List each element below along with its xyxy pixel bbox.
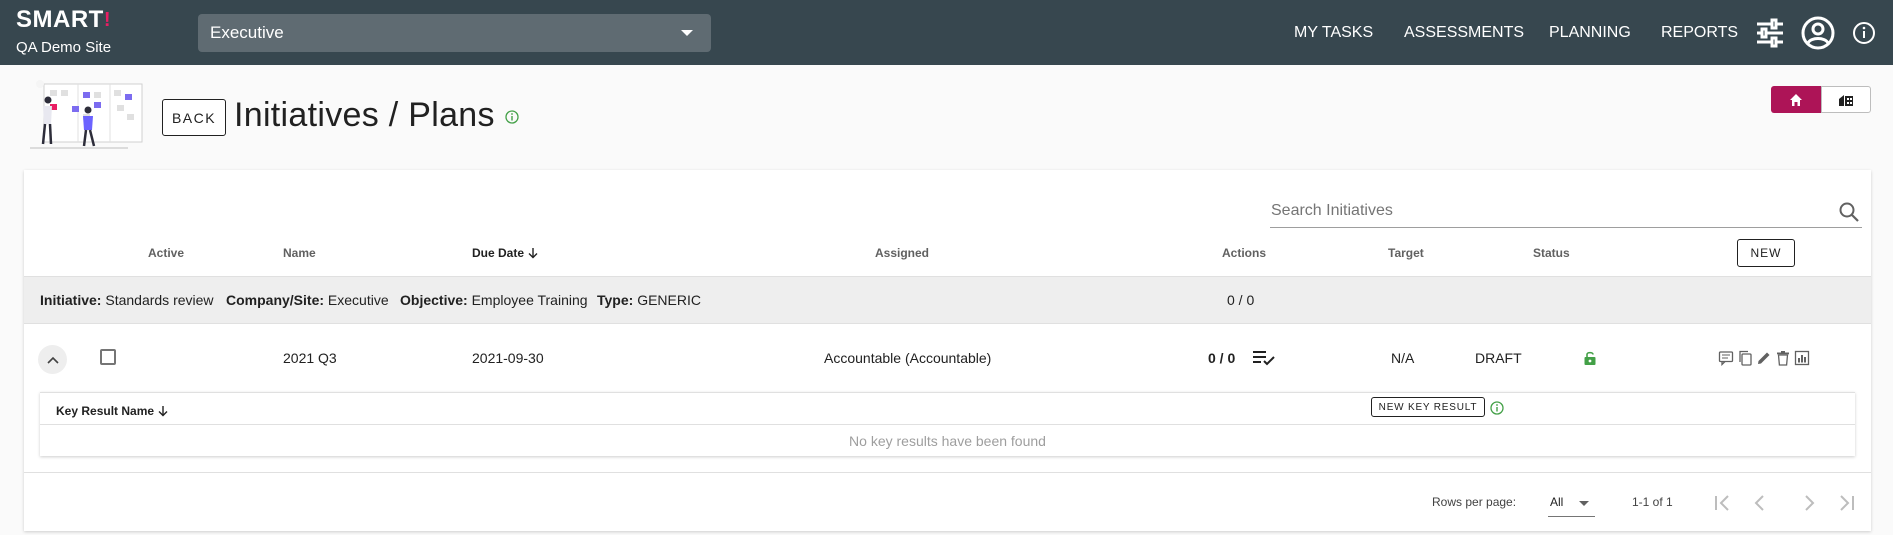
group-type-value: GENERIC xyxy=(637,292,701,308)
column-header-key-result-name-label: Key Result Name xyxy=(56,404,155,418)
row-actions-count: 0 / 0 xyxy=(1208,350,1236,366)
nav-my-tasks[interactable]: MY TASKS xyxy=(1294,24,1373,42)
unlock-icon[interactable] xyxy=(1583,350,1597,366)
rows-per-page-label: Rows per page: xyxy=(1432,495,1517,509)
brand-logo-mark: ! xyxy=(103,9,111,31)
new-initiative-button[interactable]: NEW xyxy=(1737,239,1795,267)
search-input[interactable]: Search Initiatives xyxy=(1271,202,1393,220)
home-button[interactable] xyxy=(1771,86,1821,113)
company-site-select[interactable]: Executive xyxy=(198,14,711,52)
site-name: QA Demo Site xyxy=(16,39,112,56)
brand-logo-text: SMART xyxy=(16,6,104,33)
key-result-info-icon[interactable] xyxy=(1490,401,1504,415)
next-page-icon[interactable] xyxy=(1797,491,1821,515)
empty-state-text: No key results have been found xyxy=(849,433,1046,449)
action-list-check-icon[interactable] xyxy=(1252,349,1276,367)
sort-arrow-down-icon xyxy=(528,248,538,259)
column-header-assigned: Assigned xyxy=(875,246,930,260)
site-view-button[interactable] xyxy=(1821,86,1871,113)
group-objective-label: Objective: xyxy=(400,292,468,308)
column-header-key-result-name[interactable]: Key Result Name xyxy=(56,404,169,418)
edit-pencil-icon[interactable] xyxy=(1756,350,1772,366)
brand-logo: SMART! xyxy=(16,8,111,32)
group-company-label: Company/Site: xyxy=(226,292,325,308)
collapse-row-button[interactable] xyxy=(38,345,67,374)
group-type: Type: GENERIC xyxy=(597,292,701,308)
group-company: Company/Site: Executive xyxy=(226,292,389,308)
report-chart-icon[interactable] xyxy=(1794,350,1810,366)
search-icon[interactable] xyxy=(1838,201,1860,223)
comment-icon[interactable] xyxy=(1718,350,1734,366)
nav-planning[interactable]: PLANNING xyxy=(1549,24,1631,42)
account-circle-icon[interactable] xyxy=(1801,16,1835,50)
active-checkbox[interactable] xyxy=(100,349,116,365)
column-header-due-date[interactable]: Due Date xyxy=(472,246,539,260)
footer-divider xyxy=(24,472,1871,473)
nav-assessments[interactable]: ASSESSMENTS xyxy=(1404,24,1524,42)
first-page-icon[interactable] xyxy=(1711,491,1735,515)
group-type-label: Type: xyxy=(597,292,634,308)
divider xyxy=(40,424,1855,425)
previous-page-icon[interactable] xyxy=(1748,491,1772,515)
top-app-bar: SMART! QA Demo Site Executive MY TASKS A… xyxy=(0,0,1893,65)
company-site-select-value: Executive xyxy=(210,23,284,42)
planning-illustration xyxy=(30,80,143,149)
row-target: N/A xyxy=(1391,350,1415,366)
new-key-result-button[interactable]: NEW KEY RESULT xyxy=(1371,397,1485,417)
group-objective-value: Employee Training xyxy=(471,292,588,308)
column-header-target: Target xyxy=(1388,246,1424,260)
rows-per-page-select[interactable]: All xyxy=(1548,489,1595,517)
back-button[interactable]: BACK xyxy=(162,99,226,136)
column-header-due-date-label: Due Date xyxy=(472,246,525,260)
group-initiative-label: Initiative: xyxy=(40,292,102,308)
copy-icon[interactable] xyxy=(1737,350,1753,366)
group-objective: Objective: Employee Training xyxy=(400,292,588,308)
building-icon xyxy=(1839,94,1853,106)
column-header-name[interactable]: Name xyxy=(283,246,316,260)
delete-icon[interactable] xyxy=(1775,350,1791,366)
row-due-date: 2021-09-30 xyxy=(472,350,544,366)
page-title: Initiatives / Plans xyxy=(234,96,495,134)
brand[interactable]: SMART! QA Demo Site xyxy=(16,8,112,57)
chevron-up-icon xyxy=(46,356,59,364)
group-actions-count: 0 / 0 xyxy=(1227,292,1255,308)
pagination-range: 1-1 of 1 xyxy=(1632,495,1673,509)
info-icon[interactable] xyxy=(1852,21,1876,45)
row-name: 2021 Q3 xyxy=(283,350,337,366)
title-info-icon[interactable] xyxy=(505,110,519,124)
rows-per-page-value: All xyxy=(1550,495,1564,509)
dropdown-caret-icon xyxy=(1579,501,1589,506)
sliders-icon[interactable] xyxy=(1753,16,1787,50)
row-assigned: Accountable (Accountable) xyxy=(824,350,992,366)
last-page-icon[interactable] xyxy=(1834,491,1858,515)
column-header-active: Active xyxy=(148,246,185,260)
row-status: DRAFT xyxy=(1475,350,1522,366)
initiative-group-row: Initiative: Standards review Company/Sit… xyxy=(24,276,1871,324)
key-results-table: Key Result Name NEW KEY RESULT No key re… xyxy=(40,392,1855,456)
dropdown-caret-icon xyxy=(681,30,693,36)
nav-reports[interactable]: REPORTS xyxy=(1661,24,1738,42)
home-icon xyxy=(1790,93,1802,106)
column-header-status: Status xyxy=(1533,246,1570,260)
group-initiative-value: Standards review xyxy=(105,292,214,308)
column-header-actions: Actions xyxy=(1222,246,1267,260)
search-field[interactable]: Search Initiatives xyxy=(1270,198,1862,228)
sort-arrow-down-icon xyxy=(158,406,168,417)
group-initiative: Initiative: Standards review xyxy=(40,292,214,308)
group-company-value: Executive xyxy=(327,292,389,308)
